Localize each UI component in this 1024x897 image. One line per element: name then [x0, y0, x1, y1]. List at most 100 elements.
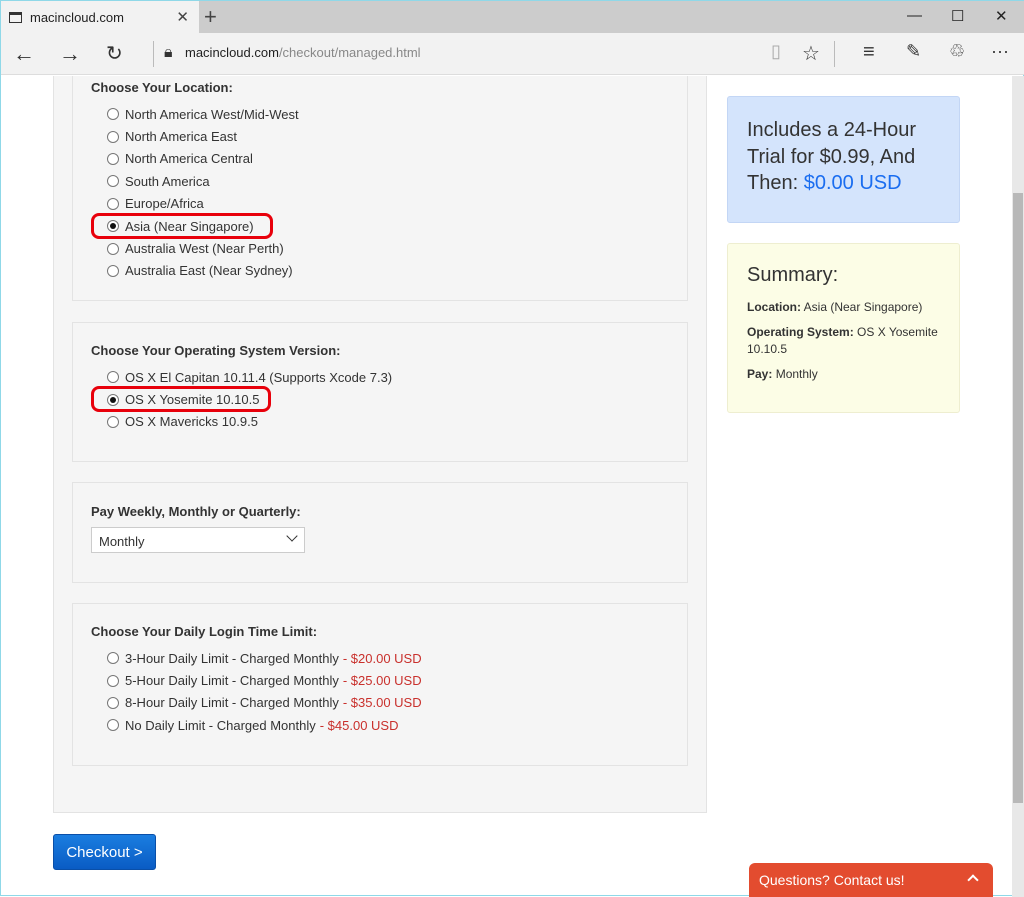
back-icon[interactable]: ← [13, 41, 35, 67]
summary-panel: Summary: Location: Asia (Near Singapore)… [727, 243, 960, 413]
more-icon[interactable]: ··· [991, 41, 1009, 62]
share-icon[interactable]: ♲ [949, 41, 965, 62]
chevron-down-icon [286, 530, 298, 542]
option-label: Europe/Africa [125, 196, 204, 212]
select-value: Monthly [99, 534, 145, 549]
divider [153, 41, 154, 67]
radio-button[interactable] [107, 674, 119, 687]
forward-icon[interactable]: → [59, 41, 81, 67]
radio-option[interactable]: North America West/Mid-West [91, 103, 669, 125]
label: Pay: [747, 367, 773, 381]
reading-view-icon[interactable]: ▯ [771, 41, 781, 62]
option-label: South America [125, 173, 210, 189]
minimize-icon[interactable]: — [907, 7, 922, 24]
close-tab-icon[interactable]: ✕ [176, 8, 189, 26]
option-label: 8-Hour Daily Limit - Charged Monthly [125, 695, 339, 711]
option-label: OS X El Capitan 10.11.4 (Supports Xcode … [125, 369, 393, 385]
trial-info: Includes a 24-Hour Trial for $0.99, And … [727, 96, 960, 223]
summary-title: Summary: [747, 264, 839, 286]
pay-heading: Pay Weekly, Monthly or Quarterly: [91, 504, 301, 519]
radio-button[interactable] [107, 415, 119, 428]
label: Location: [747, 300, 801, 314]
page-content: Choose Your Location: North America West… [1, 76, 1011, 897]
radio-option[interactable]: 8-Hour Daily Limit - Charged Monthly - $3… [91, 692, 669, 714]
maximize-icon[interactable]: ☐ [951, 7, 964, 25]
radio-button[interactable] [107, 371, 119, 384]
value: Monthly [775, 367, 818, 381]
lock-icon: 🔒︎ [164, 44, 173, 61]
option-label: Australia East (Near Sydney) [125, 263, 293, 279]
radio-button[interactable] [107, 175, 119, 188]
contact-chat-button[interactable]: Questions? Contact us! [749, 863, 993, 897]
url-host: macincloud.com [185, 45, 279, 60]
radio-option[interactable]: No Daily Limit - Charged Monthly - $45.00… [91, 714, 669, 736]
radio-option[interactable]: South America [91, 170, 669, 192]
radio-option[interactable]: Australia West (Near Perth) [91, 237, 669, 259]
label: Operating System: [747, 325, 854, 339]
summary-pay: Pay: Monthly [747, 366, 940, 383]
radio-button[interactable] [107, 242, 119, 255]
option-label: 5-Hour Daily Limit - Charged Monthly [125, 673, 339, 689]
radio-button[interactable] [107, 264, 119, 277]
option-label: North America West/Mid-West [125, 106, 299, 122]
radio-button[interactable] [107, 393, 119, 406]
url-path: /checkout/managed.html [278, 45, 421, 60]
tab-bar: macincloud.com ✕ + — ☐ ✕ [1, 1, 1024, 33]
option-label: Australia West (Near Perth) [125, 241, 284, 257]
page-icon [9, 11, 22, 23]
limit-heading: Choose Your Daily Login Time Limit: [91, 624, 318, 639]
radio-option[interactable]: Australia East (Near Sydney) [91, 260, 669, 282]
option-price: - $45.00 USD [319, 717, 399, 733]
scrollbar[interactable] [1012, 76, 1024, 897]
chat-label: Questions? Contact us! [759, 872, 905, 888]
radio-option[interactable]: North America Central [91, 148, 669, 170]
radio-button[interactable] [107, 152, 119, 165]
option-label: North America East [125, 129, 237, 145]
address-bar: ← → ↻ 🔒︎ macincloud.com/checkout/managed… [1, 33, 1024, 75]
value: Asia (Near Singapore) [803, 300, 923, 314]
option-price: - $20.00 USD [342, 650, 422, 666]
os-section: Choose Your Operating System Version: OS… [72, 322, 688, 462]
radio-option[interactable]: OS X Mavericks 10.9.5 [91, 411, 669, 433]
scrollbar-thumb[interactable] [1013, 193, 1023, 803]
summary-os: Operating System: OS X Yosemite 10.10.5 [747, 324, 940, 358]
close-window-icon[interactable]: ✕ [995, 7, 1008, 25]
hub-icon[interactable]: ≡ [863, 41, 875, 64]
web-note-icon[interactable]: ✎ [906, 41, 921, 62]
chevron-up-icon [967, 874, 979, 886]
radio-button[interactable] [107, 696, 119, 709]
option-label: 3-Hour Daily Limit - Charged Monthly [125, 650, 339, 666]
radio-button[interactable] [107, 108, 119, 121]
radio-button[interactable] [107, 130, 119, 143]
refresh-icon[interactable]: ↻ [106, 41, 123, 66]
radio-option[interactable]: North America East [91, 125, 669, 147]
new-tab-icon[interactable]: + [204, 4, 217, 30]
summary-location: Location: Asia (Near Singapore) [747, 299, 940, 316]
location-section: Choose Your Location: North America West… [72, 76, 688, 301]
radio-option[interactable]: Asia (Near Singapore) [91, 212, 669, 239]
radio-button[interactable] [107, 197, 119, 210]
tab-title: macincloud.com [30, 9, 124, 25]
radio-button[interactable] [107, 719, 119, 732]
radio-option[interactable]: Europe/Africa [91, 193, 669, 215]
checkout-button[interactable]: Checkout > [53, 834, 156, 870]
radio-option[interactable]: OS X Yosemite 10.10.5 [91, 386, 669, 413]
pay-section: Pay Weekly, Monthly or Quarterly: Monthl… [72, 482, 688, 583]
option-price: - $25.00 USD [342, 673, 422, 689]
limit-section: Choose Your Daily Login Time Limit: 3-Ho… [72, 603, 688, 766]
url-field[interactable]: macincloud.com/checkout/managed.html [185, 45, 421, 60]
radio-button[interactable] [107, 652, 119, 665]
radio-option[interactable]: 3-Hour Daily Limit - Charged Monthly - $2… [91, 647, 669, 669]
option-label: No Daily Limit - Charged Monthly [125, 717, 316, 733]
browser-tab[interactable]: macincloud.com ✕ [1, 1, 199, 33]
option-price: - $35.00 USD [342, 695, 422, 711]
option-label: North America Central [125, 151, 253, 167]
location-heading: Choose Your Location: [91, 80, 233, 95]
order-form: Choose Your Location: North America West… [53, 76, 707, 813]
radio-option[interactable]: OS X El Capitan 10.11.4 (Supports Xcode … [91, 366, 669, 388]
os-heading: Choose Your Operating System Version: [91, 343, 341, 358]
pay-frequency-select[interactable]: Monthly [91, 527, 305, 553]
favorite-star-icon[interactable]: ☆ [802, 41, 820, 66]
radio-option[interactable]: 5-Hour Daily Limit - Charged Monthly - $2… [91, 669, 669, 691]
divider [834, 41, 835, 67]
